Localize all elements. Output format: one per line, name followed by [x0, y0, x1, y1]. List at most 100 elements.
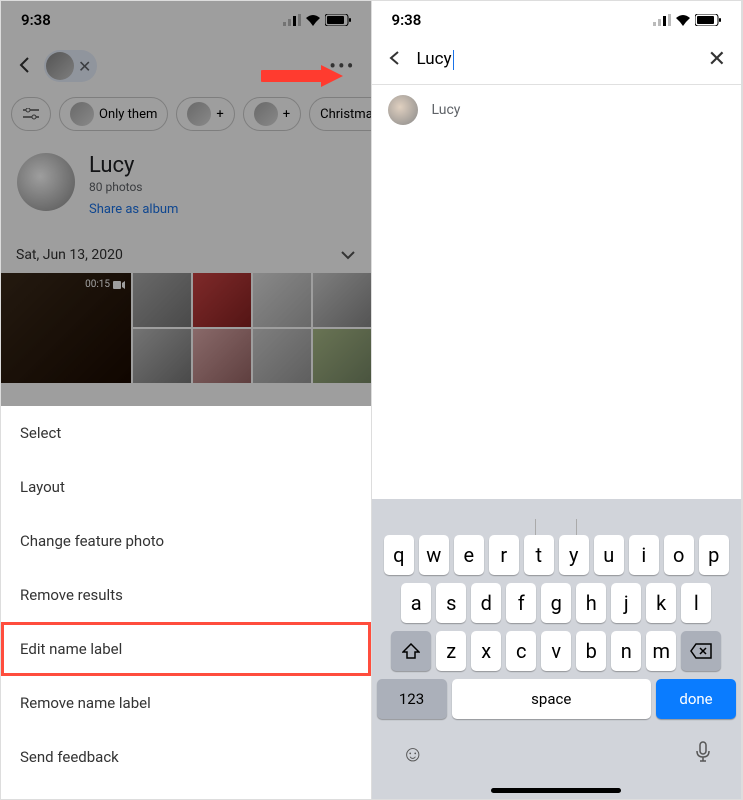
person-chip-2[interactable]: + — [243, 97, 301, 131]
chip-label: Only them — [99, 107, 157, 122]
key-b[interactable]: b — [576, 631, 606, 671]
key-g[interactable]: g — [541, 583, 571, 623]
status-time: 9:38 — [21, 11, 51, 29]
avatar-icon — [46, 52, 74, 80]
keyboard-row-3: zxcvbnm — [372, 627, 742, 675]
photo-thumbnail[interactable] — [193, 273, 251, 327]
key-u[interactable]: u — [594, 535, 624, 575]
key-o[interactable]: o — [664, 535, 694, 575]
date-label: Sat, Jun 13, 2020 — [16, 247, 123, 263]
photo-count: 80 photos — [89, 180, 178, 194]
key-s[interactable]: s — [436, 583, 466, 623]
filter-toggle-chip[interactable] — [11, 97, 51, 131]
key-j[interactable]: j — [611, 583, 641, 623]
back-icon[interactable] — [387, 50, 403, 70]
christmas-chip[interactable]: Christmas — [309, 97, 370, 131]
photo-thumbnail[interactable] — [253, 329, 311, 383]
battery-icon — [695, 14, 721, 26]
key-v[interactable]: v — [541, 631, 571, 671]
filter-chips-row: Only them + + Christmas — [1, 97, 371, 143]
right-phone: 9:38 Lucy ✕ Lucy qwertyuiop asdfghjkl zx… — [372, 1, 743, 799]
photo-thumbnail[interactable] — [313, 329, 371, 383]
chip-remove-icon[interactable]: ✕ — [78, 57, 91, 76]
date-header[interactable]: Sat, Jun 13, 2020 — [1, 237, 371, 273]
key-k[interactable]: k — [646, 583, 676, 623]
only-them-chip[interactable]: Only them — [59, 97, 168, 131]
numbers-key[interactable]: 123 — [377, 679, 447, 719]
keyboard-suggestion-bar — [372, 519, 742, 531]
key-c[interactable]: c — [506, 631, 536, 671]
key-f[interactable]: f — [506, 583, 536, 623]
menu-change-feature-photo[interactable]: Change feature photo — [1, 514, 371, 568]
key-m[interactable]: m — [646, 631, 676, 671]
key-q[interactable]: q — [384, 535, 414, 575]
plus-icon: + — [216, 107, 223, 122]
back-icon[interactable] — [16, 52, 34, 80]
menu-send-feedback[interactable]: Send feedback — [1, 730, 371, 784]
key-h[interactable]: h — [576, 583, 606, 623]
profile-avatar[interactable] — [17, 153, 75, 211]
backspace-key[interactable] — [681, 631, 721, 671]
suggestion-label: Lucy — [432, 102, 461, 118]
filter-icon — [22, 108, 40, 120]
status-icons — [653, 14, 721, 26]
key-p[interactable]: p — [699, 535, 729, 575]
photo-thumbnail[interactable] — [133, 329, 191, 383]
name-input[interactable]: Lucy — [417, 49, 694, 70]
keyboard-row-1: qwertyuiop — [372, 531, 742, 579]
photo-thumbnail[interactable] — [313, 273, 371, 327]
menu-layout[interactable]: Layout — [1, 460, 371, 514]
profile-section: Lucy 80 photos Share as album — [1, 143, 371, 237]
annotation-arrow — [261, 61, 346, 91]
ios-keyboard: qwertyuiop asdfghjkl zxcvbnm 123 space d… — [372, 499, 742, 799]
photo-thumbnail[interactable] — [133, 273, 191, 327]
chip-label: Christmas — [320, 107, 370, 122]
status-bar: 9:38 — [1, 1, 371, 35]
key-x[interactable]: x — [471, 631, 501, 671]
wifi-icon — [305, 14, 321, 26]
text-cursor — [453, 50, 455, 70]
space-key[interactable]: space — [452, 679, 652, 719]
menu-edit-name-label[interactable]: Edit name label — [1, 622, 371, 676]
key-e[interactable]: e — [454, 535, 484, 575]
key-a[interactable]: a — [401, 583, 431, 623]
menu-remove-results[interactable]: Remove results — [1, 568, 371, 622]
home-indicator[interactable] — [491, 788, 621, 793]
profile-name: Lucy — [89, 153, 178, 178]
avatar-icon — [388, 95, 418, 125]
key-t[interactable]: t — [524, 535, 554, 575]
plus-icon: + — [283, 107, 290, 122]
person-chip-1[interactable]: + — [176, 97, 234, 131]
shift-key[interactable] — [391, 631, 431, 671]
keyboard-bottom-row: 123 space done — [372, 675, 742, 727]
emoji-key[interactable]: ☺ — [402, 741, 424, 769]
key-i[interactable]: i — [629, 535, 659, 575]
suggestion-item[interactable]: Lucy — [372, 85, 742, 135]
overflow-menu: Select Layout Change feature photo Remov… — [1, 406, 371, 799]
status-icons — [283, 14, 351, 26]
avatar-filter-chip[interactable]: ✕ — [44, 50, 97, 82]
key-w[interactable]: w — [419, 535, 449, 575]
done-key[interactable]: done — [656, 679, 736, 719]
key-n[interactable]: n — [611, 631, 641, 671]
avatar-icon — [254, 102, 278, 126]
photo-thumbnail[interactable] — [253, 273, 311, 327]
key-z[interactable]: z — [436, 631, 466, 671]
clear-icon[interactable]: ✕ — [708, 47, 726, 72]
menu-remove-name-label[interactable]: Remove name label — [1, 676, 371, 730]
menu-select[interactable]: Select — [1, 406, 371, 460]
menu-help[interactable]: Help — [1, 784, 371, 799]
shift-icon — [402, 643, 420, 659]
backspace-icon — [690, 643, 712, 659]
keyboard-row-2: asdfghjkl — [372, 579, 742, 627]
avatar-icon — [187, 102, 211, 126]
key-r[interactable]: r — [489, 535, 519, 575]
key-y[interactable]: y — [559, 535, 589, 575]
key-l[interactable]: l — [681, 583, 711, 623]
status-bar: 9:38 — [372, 1, 742, 35]
dictation-key[interactable] — [695, 741, 711, 769]
photo-thumbnail[interactable] — [193, 329, 251, 383]
video-thumbnail[interactable]: 00:15 — [1, 273, 131, 383]
key-d[interactable]: d — [471, 583, 501, 623]
share-album-link[interactable]: Share as album — [89, 202, 178, 217]
